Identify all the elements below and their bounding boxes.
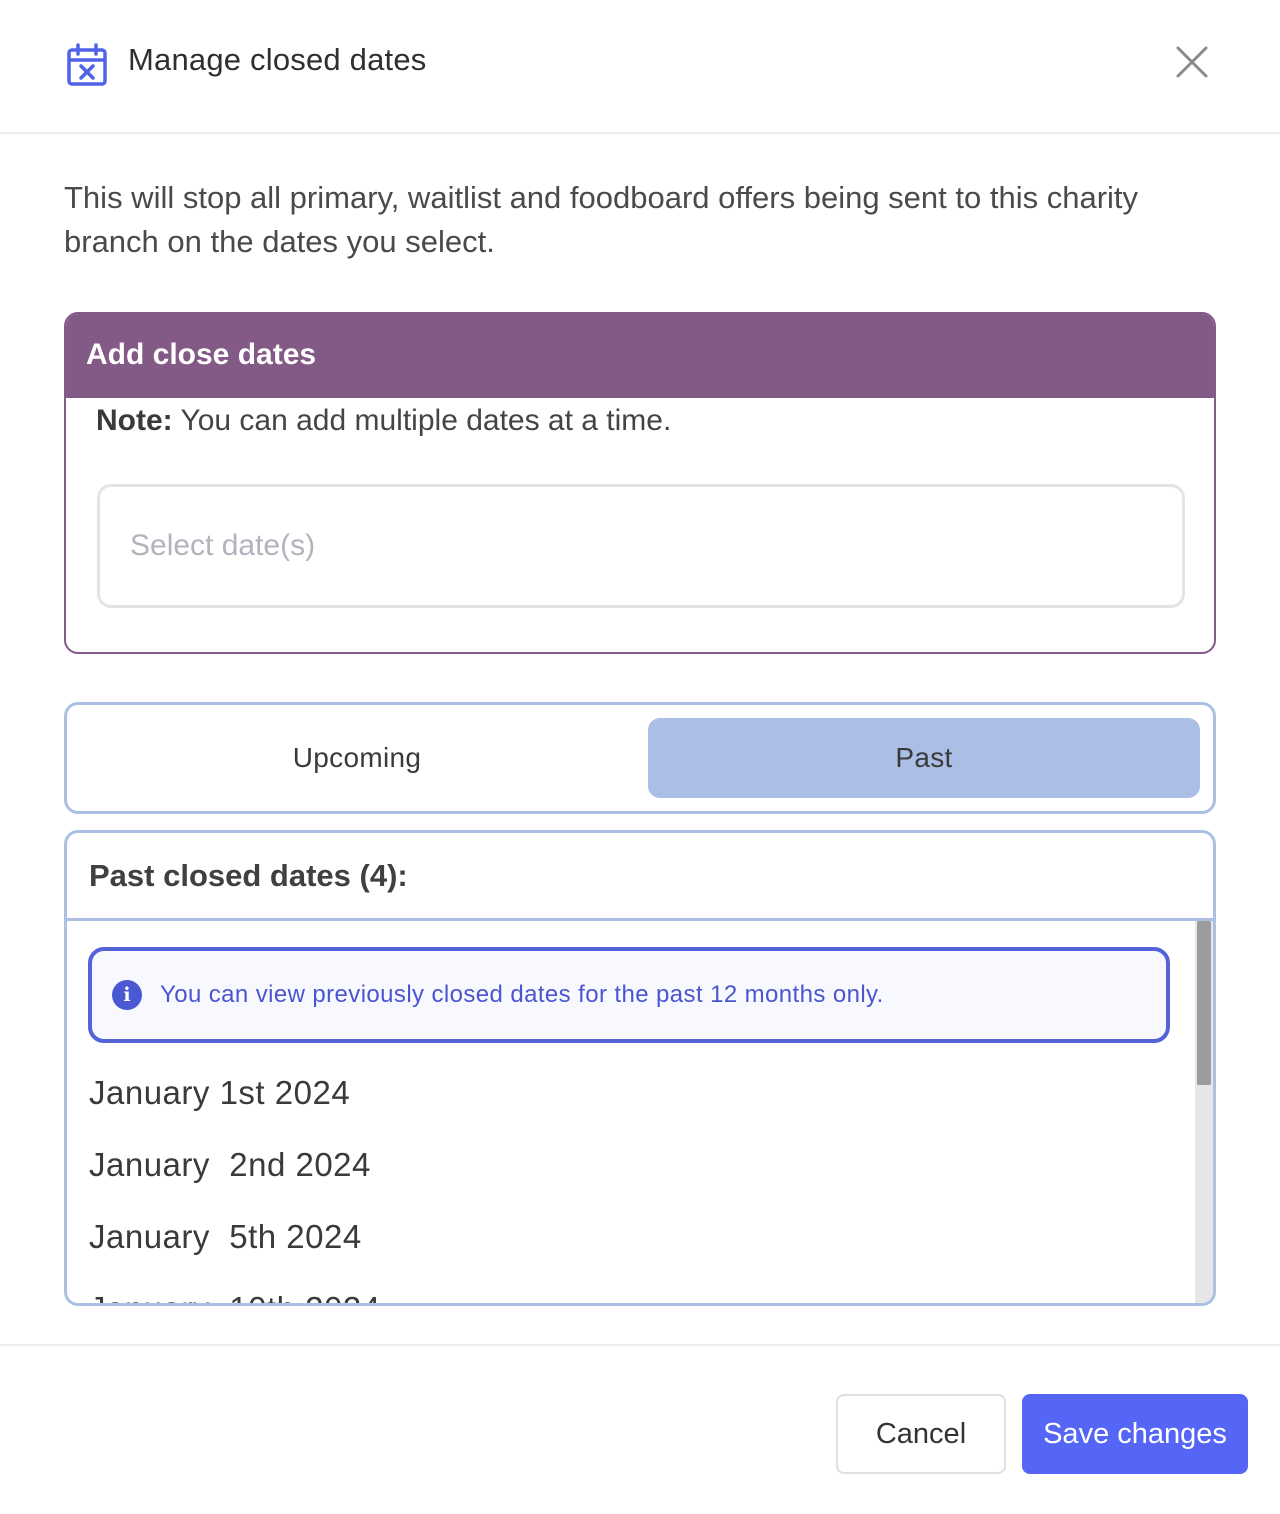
past-dates-list: January 1st 2024 January 2nd 2024 Januar… [89,1071,381,1303]
note-body: You can add multiple dates at a time. [172,404,672,437]
tab-past[interactable]: Past [648,718,1200,798]
info-banner: i You can view previously closed dates f… [88,947,1170,1043]
modal-description: This will stop all primary, waitlist and… [64,180,1139,259]
list-item: January 1st 2024 [89,1074,351,1111]
add-close-dates-title: Add close dates [66,314,1214,398]
calendar-x-icon [66,42,110,88]
upcoming-past-toggle: Upcoming Past [64,702,1216,814]
note-text: Note: You can add multiple dates at a ti… [96,404,671,438]
scrollbar-thumb[interactable] [1197,921,1211,1085]
close-button[interactable] [1170,42,1214,86]
cancel-button[interactable]: Cancel [836,1394,1006,1474]
tab-upcoming[interactable]: Upcoming [81,718,633,798]
manage-closed-dates-modal: Manage closed dates This will stop all p… [0,0,1280,1514]
footer-divider [0,1344,1280,1346]
add-close-dates-card: Add close dates Note: You can add multip… [64,312,1216,654]
past-closed-dates-panel: Past closed dates (4): i You can view pr… [64,830,1216,1306]
modal-header: Manage closed dates [0,0,1280,134]
past-dates-scroll-area[interactable]: i You can view previously closed dates f… [67,921,1213,1303]
modal-title: Manage closed dates [128,42,427,77]
info-banner-text: You can view previously closed dates for… [160,981,884,1008]
info-icon: i [112,980,142,1010]
list-item: January 2nd 2024 [89,1146,371,1183]
note-label: Note: [96,404,173,437]
past-closed-dates-heading: Past closed dates (4): [67,833,1213,921]
list-item: January 5th 2024 [89,1218,362,1255]
scrollbar-track[interactable] [1195,921,1213,1303]
save-changes-button[interactable]: Save changes [1022,1394,1248,1474]
list-item: January 10th 2024 [89,1287,381,1303]
select-dates-input[interactable] [97,484,1185,608]
close-icon [1176,46,1208,83]
